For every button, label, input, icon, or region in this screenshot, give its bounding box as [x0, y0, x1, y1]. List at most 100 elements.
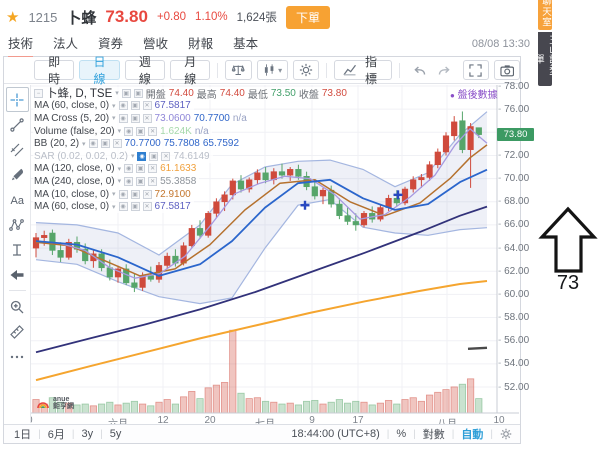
settings-box-icon[interactable]: ▣	[130, 101, 140, 111]
undo-button[interactable]	[406, 60, 433, 80]
price-tick: 60.00	[498, 289, 538, 300]
legend-name: MA (120, close, 0)	[34, 163, 115, 175]
timeframe-即時[interactable]: 即時	[34, 55, 75, 86]
chevron-down-icon[interactable]: ▾	[118, 127, 122, 135]
tool-more[interactable]	[6, 344, 29, 369]
eye-toggle-icon[interactable]: ◉	[118, 202, 128, 212]
axis-settings-gear-icon[interactable]	[500, 428, 512, 440]
redo-button[interactable]	[431, 60, 458, 80]
range-6月[interactable]: 6月	[48, 426, 65, 442]
tool-pattern[interactable]	[6, 212, 29, 237]
chart-settings-button[interactable]	[293, 60, 320, 80]
remove-icon[interactable]: ✕	[142, 189, 152, 199]
svg-text:Aa: Aa	[11, 195, 25, 207]
eye-toggle-icon[interactable]: ◉	[118, 113, 128, 123]
chevron-down-icon[interactable]: ▾	[112, 190, 116, 198]
text-icon: Aa	[11, 195, 25, 207]
remove-icon[interactable]: ✕	[142, 101, 152, 111]
tool-text[interactable]: Aa	[6, 187, 29, 212]
range-1日[interactable]: 1日	[14, 426, 31, 442]
range-3y[interactable]: 3y	[81, 428, 93, 440]
snapshot-button[interactable]	[493, 60, 520, 80]
settings-box-icon[interactable]: ▣	[149, 151, 159, 161]
indicator-legend: − 卜蜂, D, TSE ▾ ▣ ▣ 開盤 74.40 最高 74.40 最低 73.50 收盤 73.…	[33, 87, 350, 213]
remove-icon[interactable]: ✕	[148, 176, 158, 186]
eye-toggle-icon[interactable]: ◉	[124, 164, 134, 174]
collapse-icon[interactable]: −	[34, 88, 43, 98]
legend-row: MA (60, close, 0) ▾ ◉ ▣ ✕ 67.5817	[33, 99, 194, 113]
settings-box-icon[interactable]: ▣	[100, 139, 110, 149]
timeframe-週線[interactable]: 週線	[124, 55, 166, 86]
eye-toggle-icon[interactable]: ▣	[121, 88, 131, 98]
tool-crosshair[interactable]	[5, 87, 29, 112]
chevron-down-icon[interactable]: ▾	[131, 152, 135, 160]
eye-toggle-icon[interactable]: ◉	[88, 139, 98, 149]
chevron-down-icon[interactable]: ▾	[115, 89, 119, 97]
tool-channel[interactable]	[6, 137, 29, 162]
timeframe-月線[interactable]: 月線	[170, 55, 211, 86]
tool-measure[interactable]	[6, 319, 29, 344]
settings-box-icon[interactable]: ▣	[130, 189, 140, 199]
price-change: +0.80	[156, 11, 187, 23]
tool-zoom-in[interactable]	[6, 294, 29, 319]
remove-icon[interactable]: ✕	[148, 164, 158, 174]
remove-icon[interactable]: ✕	[112, 139, 122, 149]
tool-brush[interactable]	[6, 162, 29, 187]
legend-name: BB (20, 2)	[34, 138, 80, 150]
eye-toggle-icon[interactable]: ◉	[137, 151, 147, 161]
percent-scale-button[interactable]: %	[396, 428, 406, 440]
remove-icon[interactable]: ✕	[161, 151, 171, 161]
settings-box-icon[interactable]: ▣	[136, 176, 146, 186]
divider: |	[386, 428, 390, 440]
chart-toolbar: 即時 日線 週線 月線 ▾ 指標	[4, 55, 520, 86]
settings-box-icon[interactable]: ▣	[136, 126, 146, 136]
tool-arrow-left[interactable]	[6, 262, 29, 287]
chevron-down-icon[interactable]: ▾	[112, 114, 116, 122]
place-order-button[interactable]: 下單	[285, 5, 330, 29]
price-tick: 62.00	[498, 266, 538, 277]
chevron-down-icon[interactable]: ▾	[112, 102, 116, 110]
eye-toggle-icon[interactable]: ◉	[124, 126, 134, 136]
settings-box-icon[interactable]: ▣	[133, 88, 143, 98]
eye-toggle-icon[interactable]: ◉	[118, 101, 128, 111]
eye-toggle-icon[interactable]: ◉	[124, 176, 134, 186]
settings-box-icon[interactable]: ▣	[130, 202, 140, 212]
clock: 18:44:00 (UTC+8)	[291, 428, 380, 440]
chevron-down-icon[interactable]: ▾	[82, 140, 86, 148]
indicators-button[interactable]: 指標	[334, 55, 392, 86]
arrow-left-icon	[10, 269, 24, 280]
tool-position[interactable]	[6, 237, 29, 262]
fullscreen-button[interactable]	[462, 60, 489, 80]
legend-value: 72.9100	[154, 188, 191, 200]
legend-value: 收盤	[298, 89, 319, 101]
legend-row: MA (10, close, 0) ▾ ◉ ▣ ✕ 72.9100	[33, 187, 194, 201]
remove-icon[interactable]: ✕	[142, 202, 152, 212]
tab-技術[interactable]: 技術	[8, 33, 34, 59]
bottom-bar: 1日 | 6月 | 3y | 5y 18:44:00 (UTC+8) | % | 對數 | …	[4, 424, 520, 443]
compare-scales-button[interactable]	[225, 60, 252, 80]
chevron-down-icon[interactable]: ▾	[112, 203, 116, 211]
remove-icon[interactable]: ✕	[142, 113, 152, 123]
price-tick: 58.00	[498, 312, 538, 323]
candle-style-button[interactable]: ▾	[256, 60, 289, 80]
settings-box-icon[interactable]: ▣	[130, 113, 140, 123]
auto-scale-button[interactable]: 自動	[461, 426, 483, 442]
timeframe-日線[interactable]: 日線	[79, 55, 120, 86]
crosshair-icon	[10, 93, 24, 106]
chevron-down-icon[interactable]: ▾	[118, 165, 122, 173]
toolbar-divider	[398, 62, 400, 78]
price-tick: 52.00	[498, 382, 538, 393]
tab-基本[interactable]: 基本	[233, 33, 258, 59]
log-scale-button[interactable]: 對數	[423, 426, 445, 442]
tool-trend-line[interactable]	[6, 112, 29, 137]
range-5y[interactable]: 5y	[110, 428, 122, 440]
legend-value: 最低	[247, 89, 268, 101]
favorite-star-icon[interactable]: ★	[6, 8, 19, 26]
settings-box-icon[interactable]: ▣	[136, 164, 146, 174]
eye-toggle-icon[interactable]: ◉	[118, 189, 128, 199]
chat-room-tab[interactable]: 聊天室	[538, 0, 552, 30]
remove-icon[interactable]: ✕	[148, 126, 158, 136]
broker-order-tab[interactable]: 玉山證券下單	[533, 32, 558, 86]
chevron-down-icon[interactable]: ▾	[118, 177, 122, 185]
price-tick: 64.00	[498, 243, 538, 254]
